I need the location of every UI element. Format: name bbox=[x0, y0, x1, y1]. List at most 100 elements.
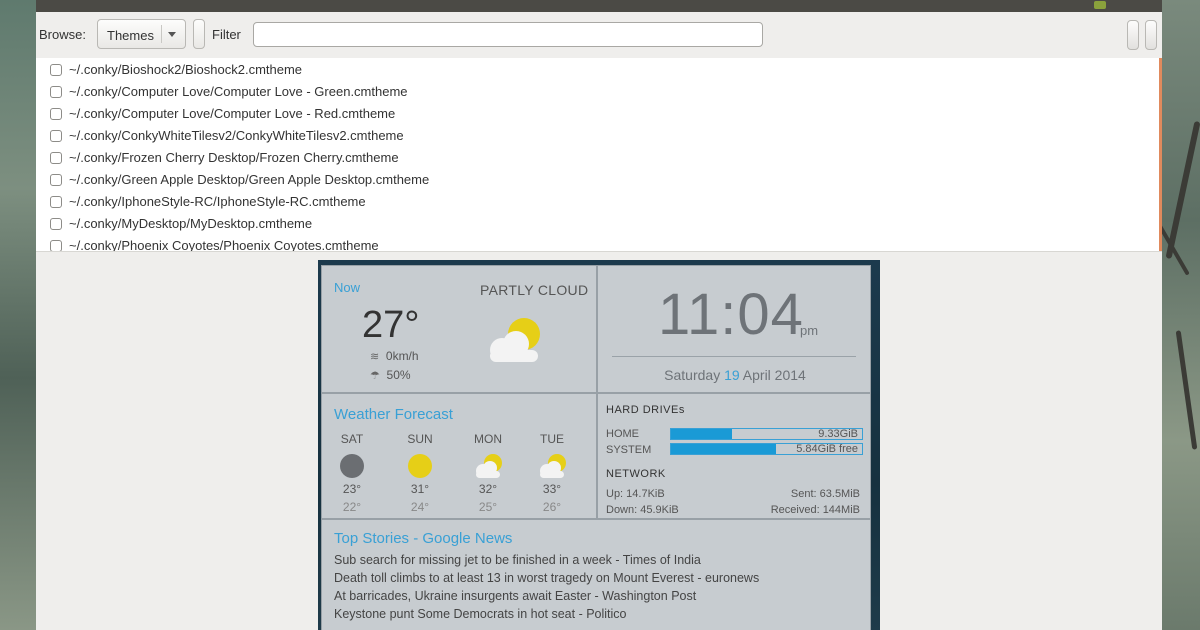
browse-label: Browse: bbox=[39, 27, 86, 42]
news-item[interactable]: Keystone punt Some Democrats in hot seat… bbox=[334, 607, 627, 621]
theme-preview-area: Now PARTLY CLOUD 27° ≋ 0km/h ☂ 50% 11:04… bbox=[36, 258, 1162, 630]
forecast-high: 33° bbox=[542, 482, 562, 496]
theme-checkbox[interactable] bbox=[50, 64, 62, 76]
clock-panel: 11:04 pm Saturday 19 April 2014 bbox=[597, 265, 871, 393]
umbrella-icon: ☂ bbox=[370, 370, 380, 382]
theme-checkbox[interactable] bbox=[50, 218, 62, 230]
theme-path: ~/.conky/Computer Love/Computer Love - G… bbox=[69, 84, 408, 99]
window-titlebar bbox=[36, 0, 1162, 12]
home-drive-bar: 9.33GiB bbox=[670, 428, 863, 440]
combo-separator bbox=[161, 25, 162, 43]
browse-combo-value: Themes bbox=[107, 28, 154, 43]
system-drive-bar: 5.84GiB free bbox=[670, 443, 863, 455]
forecast-panel: Weather Forecast SAT 23° 22° SUN 31° 24° MON 32… bbox=[321, 393, 597, 519]
theme-path: ~/.conky/Phoenix Coyotes/Phoenix Coyotes… bbox=[69, 238, 379, 252]
forecast-high: 32° bbox=[478, 482, 498, 496]
theme-path: ~/.conky/IphoneStyle-RC/IphoneStyle-RC.c… bbox=[69, 194, 366, 209]
list-item[interactable]: ~/.conky/Green Apple Desktop/Green Apple… bbox=[36, 169, 1156, 191]
system-drive-label: SYSTEM bbox=[606, 444, 652, 456]
cloudy-icon bbox=[340, 454, 364, 478]
theme-checkbox[interactable] bbox=[50, 240, 62, 251]
theme-checkbox[interactable] bbox=[50, 152, 62, 164]
list-scroll-indicator[interactable] bbox=[1159, 58, 1162, 251]
toolbar: Browse: Themes Filter bbox=[36, 12, 1162, 58]
theme-path: ~/.conky/MyDesktop/MyDesktop.cmtheme bbox=[69, 216, 313, 231]
theme-checkbox[interactable] bbox=[50, 108, 62, 120]
home-drive-bar-fill bbox=[671, 429, 732, 439]
clock-time: 11:04 bbox=[658, 282, 804, 347]
theme-file-list[interactable]: ~/.conky/Bioshock2/Bioshock2.cmtheme ~/.c… bbox=[36, 58, 1162, 252]
forecast-low: 22° bbox=[342, 500, 362, 514]
hard-drives-title: HARD DRIVEs bbox=[606, 404, 685, 416]
forecast-day: TUE bbox=[540, 432, 564, 446]
list-item[interactable]: ~/.conky/MyDesktop/MyDesktop.cmtheme bbox=[36, 213, 1156, 235]
news-panel: Top Stories - Google News Sub search for… bbox=[321, 519, 871, 630]
toolbar-button-right[interactable] bbox=[1145, 20, 1157, 50]
filter-label: Filter bbox=[212, 27, 241, 42]
tray-icon bbox=[1094, 1, 1106, 9]
theme-path: ~/.conky/Green Apple Desktop/Green Apple… bbox=[69, 172, 430, 187]
filter-toggle-button[interactable] bbox=[193, 19, 205, 49]
theme-checkbox[interactable] bbox=[50, 196, 62, 208]
network-up: Up: 14.7KiB bbox=[606, 488, 665, 500]
wind-speed: 0km/h bbox=[385, 349, 419, 363]
clock-ampm: pm bbox=[800, 323, 819, 338]
system-panel: HARD DRIVEs HOME 9.33GiB SYSTEM 5.84GiB … bbox=[597, 393, 871, 519]
browse-combo[interactable]: Themes bbox=[97, 19, 186, 49]
forecast-low: 25° bbox=[478, 500, 498, 514]
news-item[interactable]: At barricades, Ukraine insurgents await … bbox=[334, 589, 696, 603]
news-item[interactable]: Sub search for missing jet to be finishe… bbox=[334, 553, 701, 567]
theme-checkbox[interactable] bbox=[50, 130, 62, 142]
system-drive-value: 5.84GiB free bbox=[796, 443, 858, 455]
system-drive-bar-fill bbox=[671, 444, 776, 454]
theme-checkbox[interactable] bbox=[50, 174, 62, 186]
desktop-background-right bbox=[1146, 0, 1200, 630]
network-title: NETWORK bbox=[606, 468, 666, 480]
network-received: Received: 144MiB bbox=[770, 504, 860, 516]
home-drive-label: HOME bbox=[606, 428, 639, 440]
theme-path: ~/.conky/Bioshock2/Bioshock2.cmtheme bbox=[69, 62, 303, 77]
rain-chance: 50% bbox=[386, 368, 411, 382]
chevron-down-icon bbox=[168, 32, 176, 37]
current-weather-panel: Now PARTLY CLOUD 27° ≋ 0km/h ☂ 50% bbox=[321, 265, 597, 393]
list-item[interactable]: ~/.conky/Frozen Cherry Desktop/Frozen Ch… bbox=[36, 147, 1156, 169]
filter-input[interactable] bbox=[253, 22, 763, 47]
theme-checkbox[interactable] bbox=[50, 86, 62, 98]
list-item[interactable]: ~/.conky/ConkyWhiteTilesv2/ConkyWhiteTil… bbox=[36, 125, 1156, 147]
now-label: Now bbox=[334, 280, 361, 295]
theme-path: ~/.conky/Frozen Cherry Desktop/Frozen Ch… bbox=[69, 150, 399, 165]
network-down: Down: 45.9KiB bbox=[606, 504, 679, 516]
home-drive-value: 9.33GiB bbox=[818, 428, 858, 440]
news-title: Top Stories - Google News bbox=[334, 530, 513, 547]
rain-row: ☂ 50% bbox=[370, 368, 411, 382]
forecast-low: 26° bbox=[542, 500, 562, 514]
date-day: 19 bbox=[724, 367, 740, 383]
theme-path: ~/.conky/ConkyWhiteTilesv2/ConkyWhiteTil… bbox=[69, 128, 404, 143]
date-weekday: Saturday bbox=[664, 367, 725, 383]
list-item[interactable]: ~/.conky/IphoneStyle-RC/IphoneStyle-RC.c… bbox=[36, 191, 1156, 213]
clock-date: Saturday 19 April 2014 bbox=[598, 367, 872, 383]
date-month-year: April 2014 bbox=[739, 367, 806, 383]
forecast-day: MON bbox=[474, 432, 502, 446]
toolbar-button-left[interactable] bbox=[1127, 20, 1139, 50]
sunny-icon bbox=[408, 454, 432, 478]
list-item[interactable]: ~/.conky/Bioshock2/Bioshock2.cmtheme bbox=[36, 59, 1156, 81]
wind-row: ≋ 0km/h bbox=[370, 349, 419, 363]
forecast-title: Weather Forecast bbox=[334, 406, 453, 423]
current-temperature: 27° bbox=[362, 304, 420, 346]
theme-path: ~/.conky/Computer Love/Computer Love - R… bbox=[69, 106, 396, 121]
clock-divider bbox=[612, 356, 856, 357]
partly-cloudy-icon bbox=[540, 454, 566, 478]
partly-cloudy-icon bbox=[476, 454, 502, 478]
news-item[interactable]: Death toll climbs to at least 13 in wors… bbox=[334, 571, 759, 585]
forecast-day: SUN bbox=[407, 432, 433, 446]
forecast-day: SAT bbox=[340, 432, 364, 446]
wind-icon: ≋ bbox=[370, 351, 380, 363]
conky-manager-window: Browse: Themes Filter ~/.conky/Bioshock2… bbox=[36, 12, 1162, 630]
desktop-background-left bbox=[0, 0, 36, 630]
conky-preview: Now PARTLY CLOUD 27° ≋ 0km/h ☂ 50% 11:04… bbox=[318, 260, 880, 630]
list-item[interactable]: ~/.conky/Phoenix Coyotes/Phoenix Coyotes… bbox=[36, 235, 1156, 252]
list-item[interactable]: ~/.conky/Computer Love/Computer Love - G… bbox=[36, 81, 1156, 103]
list-item[interactable]: ~/.conky/Computer Love/Computer Love - R… bbox=[36, 103, 1156, 125]
weather-condition: PARTLY CLOUD bbox=[480, 282, 589, 298]
